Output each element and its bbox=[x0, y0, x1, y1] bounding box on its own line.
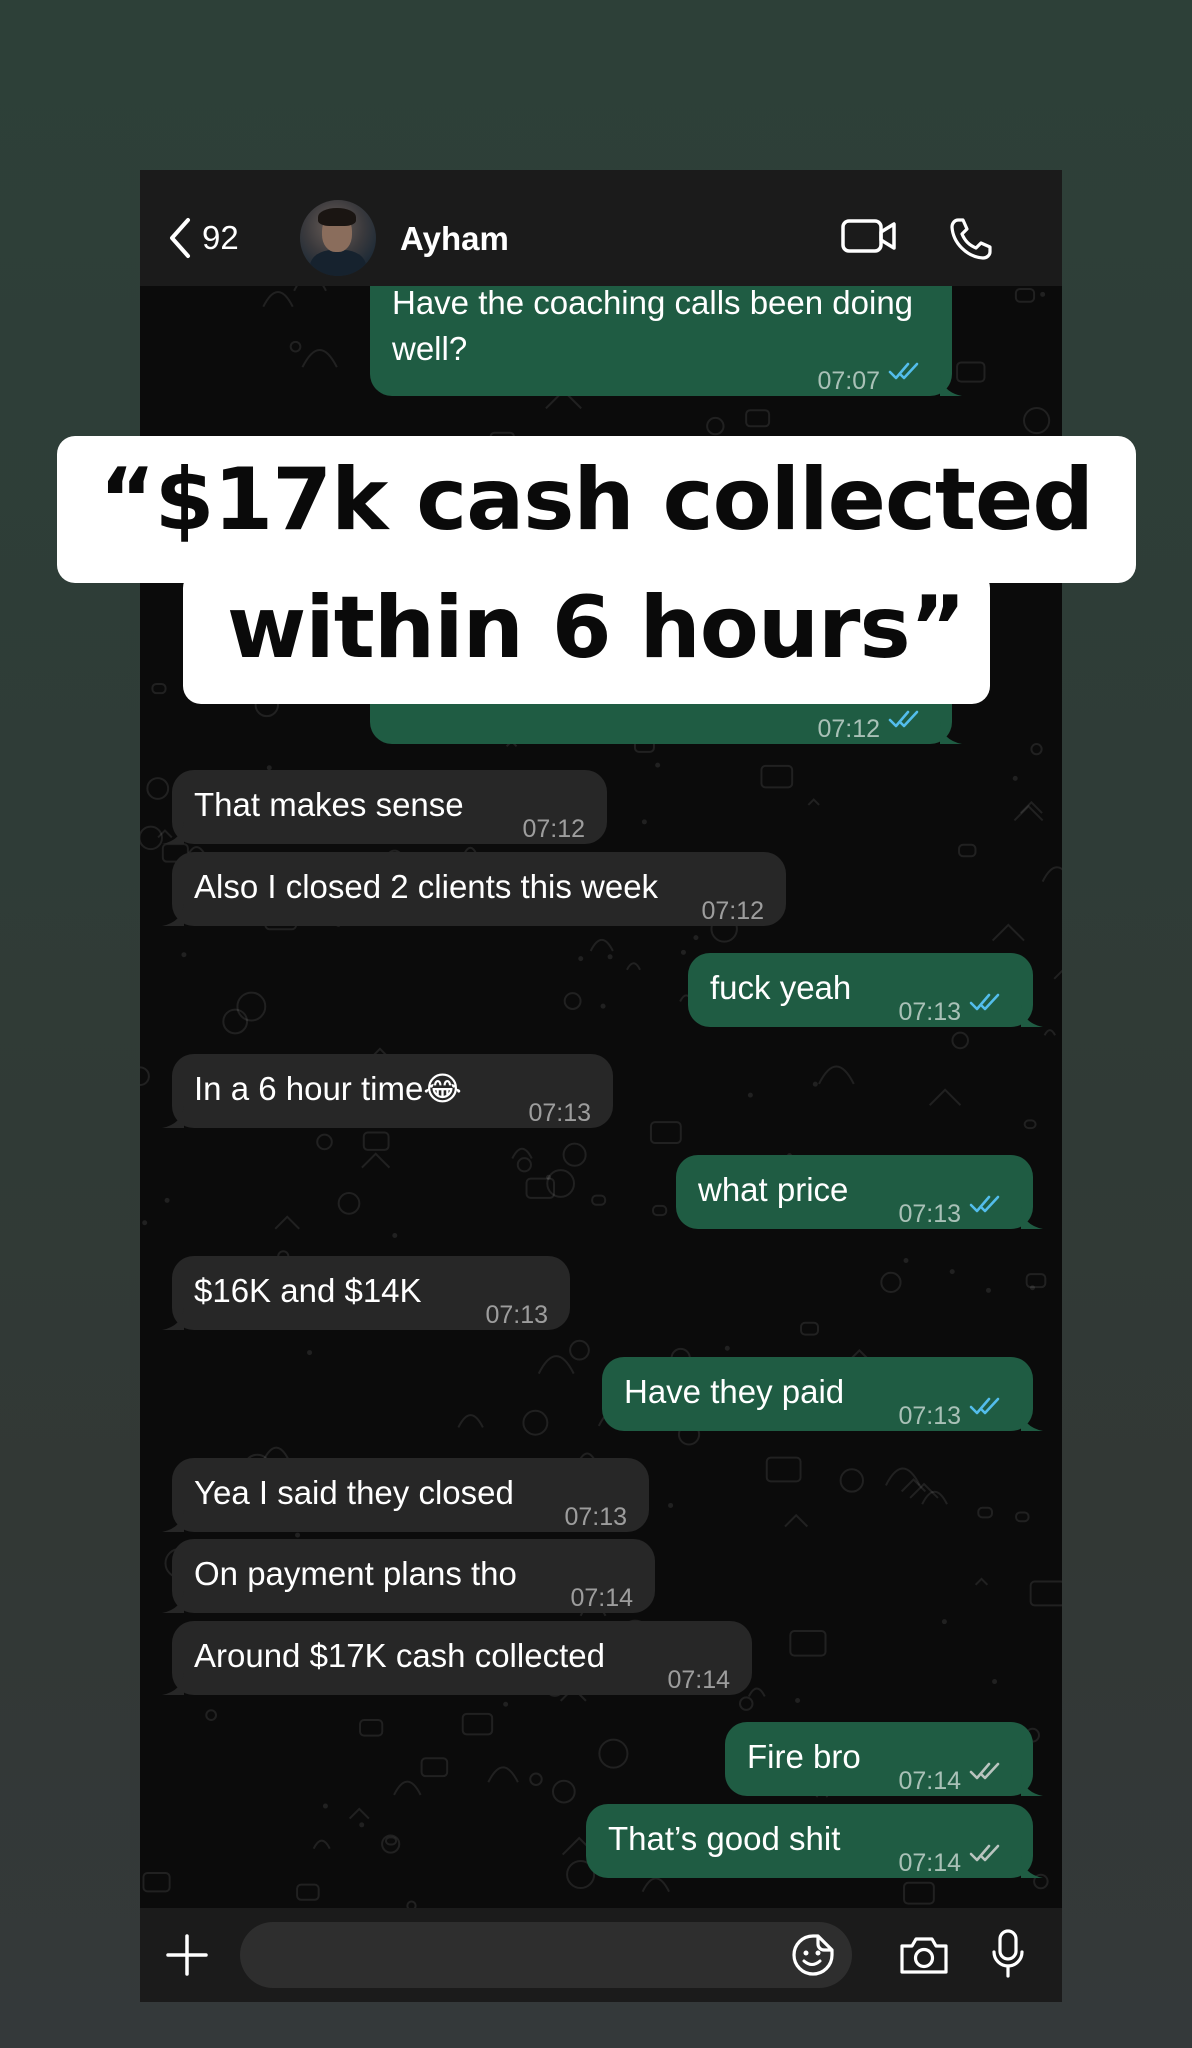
bubble-tail bbox=[162, 1591, 184, 1613]
plus-icon[interactable] bbox=[164, 1932, 210, 1978]
message-text: In a 6 hour time😂 bbox=[194, 1070, 462, 1107]
phone-icon[interactable] bbox=[948, 216, 994, 262]
bubble-tail bbox=[162, 822, 184, 844]
incoming-message[interactable]: That makes sense 07:12 bbox=[162, 770, 607, 844]
bubble-tail bbox=[162, 1308, 184, 1330]
bubble-tail bbox=[1021, 1774, 1043, 1796]
avatar[interactable] bbox=[300, 200, 376, 276]
message-time: 07:13 bbox=[898, 998, 961, 1026]
message-text: On payment plans tho bbox=[194, 1555, 517, 1592]
bubble-tail bbox=[1021, 1207, 1043, 1229]
double-check-icon bbox=[969, 993, 1000, 1011]
message-time: 07:14 bbox=[898, 1767, 961, 1795]
incoming-message[interactable]: Around $17K cash collected 07:14 bbox=[162, 1621, 752, 1695]
message-composer bbox=[140, 1908, 1062, 2002]
message-time: 07:13 bbox=[528, 1099, 591, 1127]
camera-icon[interactable] bbox=[898, 1934, 950, 1976]
message-text: Also I closed 2 clients this week bbox=[194, 868, 659, 905]
double-check-icon bbox=[888, 710, 919, 728]
message-text: Around $17K cash collected bbox=[194, 1637, 605, 1674]
message-time: 07:13 bbox=[485, 1301, 548, 1329]
contact-name[interactable]: Ayham bbox=[400, 220, 509, 258]
outgoing-message[interactable]: Fire bro 07:14 bbox=[725, 1722, 1043, 1796]
incoming-message[interactable]: $16K and $14K 07:13 bbox=[162, 1256, 570, 1330]
unread-count: 92 bbox=[202, 219, 239, 256]
double-check-icon bbox=[888, 362, 919, 380]
incoming-message[interactable]: Yea I said they closed 07:13 bbox=[162, 1458, 649, 1532]
bubble-tail bbox=[1021, 1409, 1043, 1431]
microphone-icon[interactable] bbox=[990, 1928, 1026, 1980]
message-text: Yea I said they closed bbox=[194, 1474, 514, 1511]
outgoing-message[interactable]: That’s good shit 07:14 bbox=[586, 1804, 1043, 1878]
bubble-tail bbox=[162, 1510, 184, 1532]
chat-header: 92 Ayham bbox=[140, 170, 1062, 286]
double-check-icon bbox=[969, 1195, 1000, 1213]
incoming-message[interactable]: On payment plans tho 07:14 bbox=[162, 1539, 655, 1613]
message-time: 07:12 bbox=[701, 897, 764, 925]
message-time: 07:13 bbox=[898, 1402, 961, 1430]
chevron-left-icon bbox=[170, 218, 190, 258]
bubble-tail bbox=[162, 904, 184, 926]
message-text: Fire bro bbox=[747, 1738, 861, 1775]
outgoing-message[interactable]: Have they paid 07:13 bbox=[602, 1357, 1043, 1431]
message-time: 07:14 bbox=[570, 1584, 633, 1612]
bubble-tail bbox=[162, 1673, 184, 1695]
bubble-tail bbox=[1021, 1856, 1043, 1878]
message-time: 07:12 bbox=[522, 815, 585, 843]
back-button[interactable]: 92 bbox=[168, 216, 239, 260]
message-text: Have the coaching calls been doing bbox=[392, 286, 914, 321]
message-time: 07:07 bbox=[817, 367, 880, 395]
sticker-icon[interactable] bbox=[790, 1932, 836, 1978]
message-time: 07:14 bbox=[667, 1666, 730, 1694]
message-text: Have they paid bbox=[624, 1373, 845, 1410]
caption-line1: “$17k cash collected bbox=[99, 450, 1094, 550]
bubble-tail bbox=[940, 374, 962, 396]
video-call-icon[interactable] bbox=[840, 216, 898, 256]
message-text: fuck yeah bbox=[710, 969, 852, 1006]
bubble-tail bbox=[1021, 1005, 1043, 1027]
bubble-tail bbox=[162, 1106, 184, 1128]
outgoing-message[interactable]: fuck yeah 07:13 bbox=[688, 953, 1043, 1027]
message-text: $16K and $14K bbox=[194, 1272, 422, 1309]
message-text: That makes sense bbox=[194, 786, 464, 823]
double-check-icon bbox=[969, 1397, 1000, 1415]
message-text: That’s good shit bbox=[608, 1820, 841, 1857]
outgoing-message[interactable]: what price 07:13 bbox=[676, 1155, 1043, 1229]
message-time: 07:12 bbox=[817, 715, 880, 743]
double-check-icon bbox=[969, 1762, 1000, 1780]
incoming-message[interactable]: In a 6 hour time😂 07:13 bbox=[162, 1054, 613, 1128]
double-check-icon bbox=[969, 1844, 1000, 1862]
message-time: 07:14 bbox=[898, 1849, 961, 1877]
outgoing-message[interactable]: Have the coaching calls been doing well? 0… bbox=[370, 286, 962, 396]
message-text: what price bbox=[698, 1171, 849, 1208]
caption-line2: within 6 hours” bbox=[226, 578, 966, 678]
message-input[interactable] bbox=[240, 1922, 852, 1988]
message-time: 07:13 bbox=[898, 1200, 961, 1228]
bubble-tail bbox=[940, 722, 962, 744]
incoming-message[interactable]: Also I closed 2 clients this week 07:12 bbox=[162, 852, 786, 926]
message-text-line2: well? bbox=[392, 330, 468, 367]
message-time: 07:13 bbox=[564, 1503, 627, 1531]
